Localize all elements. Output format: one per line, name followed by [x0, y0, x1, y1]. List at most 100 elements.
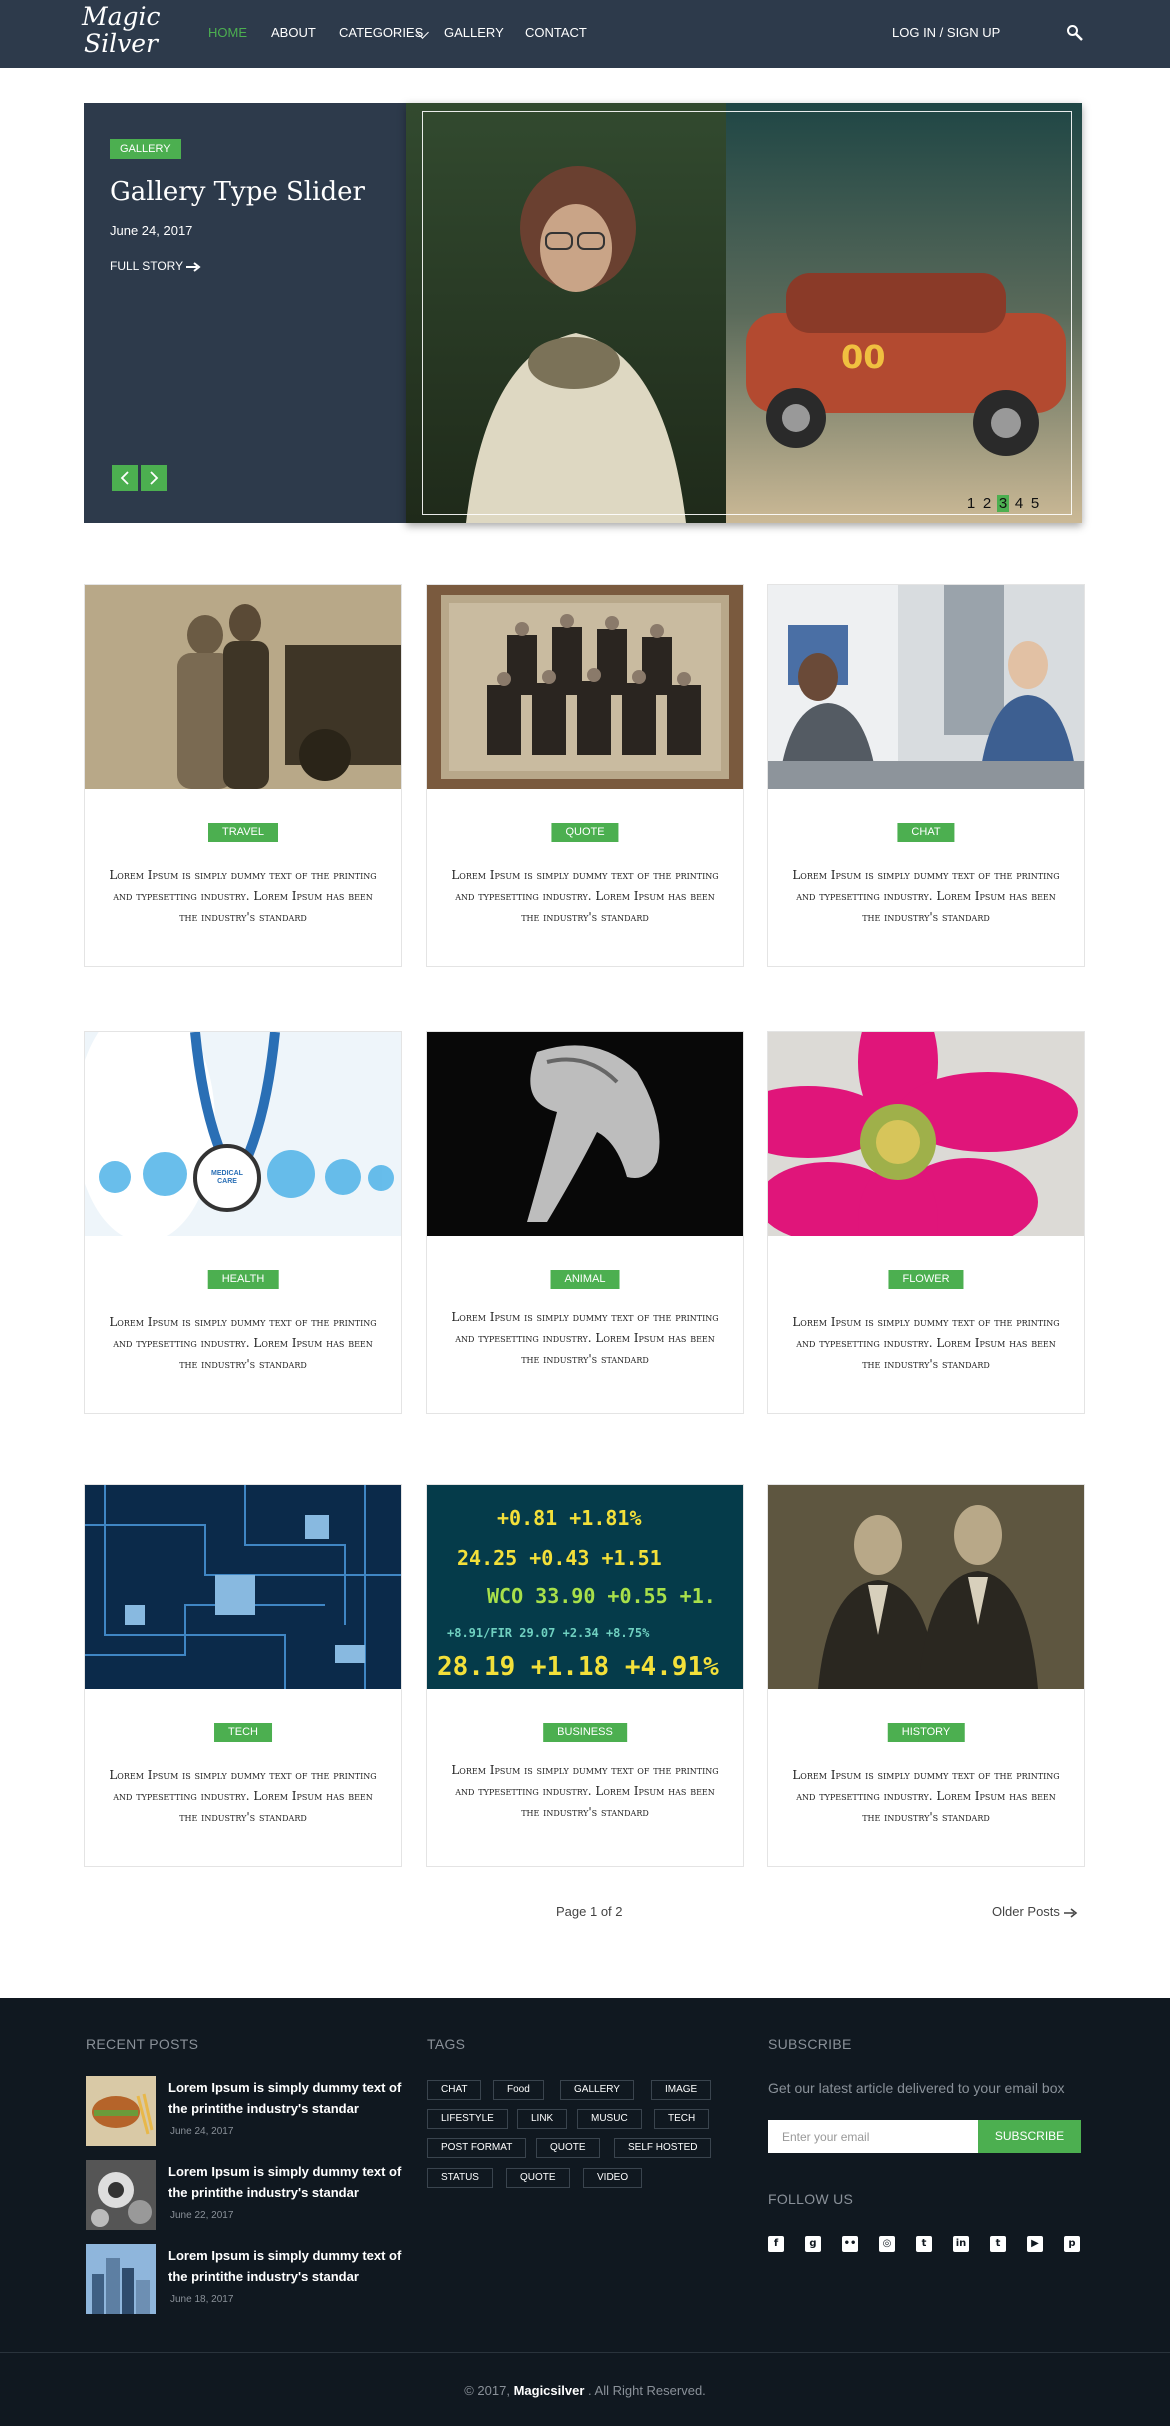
svg-text:24.25 +0.43 +1.51: 24.25 +0.43 +1.51	[457, 1546, 662, 1570]
linkedin-icon[interactable]: in	[953, 2236, 969, 2252]
tag-chat[interactable]: CHAT	[427, 2080, 482, 2100]
slider-dot-5[interactable]: 5	[1029, 495, 1041, 512]
tag-musuc[interactable]: MUSUC	[577, 2109, 642, 2129]
slider-dot-4[interactable]: 4	[1013, 495, 1025, 512]
tag-self-hosted[interactable]: SELF HOSTED	[614, 2138, 712, 2158]
recent-post-thumbnail[interactable]	[86, 2076, 156, 2146]
post-card-tech[interactable]: TECH Lorem Ipsum is simply dummy text of…	[84, 1484, 402, 1867]
post-category-badge[interactable]: HISTORY	[887, 1723, 965, 1742]
nav-home[interactable]: HOME	[208, 25, 247, 40]
facebook-icon[interactable]: f	[768, 2236, 784, 2252]
tumblr-icon[interactable]: t	[990, 2236, 1006, 2252]
tag-link[interactable]: LINK	[517, 2109, 568, 2129]
pinterest-icon[interactable]: p	[1064, 2236, 1080, 2252]
post-excerpt: Lorem Ipsum is simply dummy text of the …	[109, 868, 377, 924]
tag-tech[interactable]: TECH	[654, 2109, 710, 2129]
post-category-badge[interactable]: CHAT	[897, 823, 955, 842]
post-category-badge[interactable]: FLOWER	[888, 1270, 964, 1289]
post-thumbnail[interactable]	[768, 1032, 1084, 1236]
recent-post-title[interactable]: Lorem Ipsum is simply dummy text of the …	[168, 2077, 408, 2119]
slider-dot-3[interactable]: 3	[997, 495, 1009, 512]
post-category-badge[interactable]: TECH	[214, 1723, 272, 1742]
svg-text:WCO 33.90 +0.55 +1.: WCO 33.90 +0.55 +1.	[487, 1584, 716, 1608]
subscribe-button[interactable]: SUBSCRIBE	[978, 2120, 1081, 2153]
nav-about[interactable]: ABOUT	[271, 25, 316, 40]
login-signup-link[interactable]: LOG IN / SIGN UP	[892, 25, 1000, 40]
medical-care-label: MEDICAL CARE	[211, 1170, 243, 1185]
post-card-flower[interactable]: FLOWER Lorem Ipsum is simply dummy text …	[767, 1031, 1085, 1414]
slider-next-button[interactable]	[141, 465, 167, 491]
slider-dot-1[interactable]: 1	[965, 495, 977, 512]
post-thumbnail[interactable]	[427, 1032, 743, 1236]
post-category-badge[interactable]: HEALTH	[207, 1270, 279, 1289]
older-posts-link[interactable]: Older Posts	[992, 1904, 1078, 1919]
recent-post-date: June 18, 2017	[170, 2294, 234, 2305]
top-navbar: Magic Silver HOME ABOUT CATEGORIES GALLE…	[0, 0, 1170, 68]
full-story-link[interactable]: FULL STORY	[110, 259, 202, 273]
post-card-animal[interactable]: ANIMAL Lorem Ipsum is simply dummy text …	[426, 1031, 744, 1414]
post-thumbnail[interactable]: +0.81 +1.81% 24.25 +0.43 +1.51 WCO 33.90 +…	[427, 1485, 743, 1689]
nav-contact[interactable]: CONTACT	[525, 25, 587, 40]
arrow-right-icon	[186, 262, 201, 272]
instagram-icon[interactable]: ◎	[879, 2236, 895, 2252]
post-excerpt: Lorem Ipsum is simply dummy text of the …	[451, 868, 719, 924]
copyright-brand-link[interactable]: Magicsilver	[514, 2383, 585, 2398]
post-category-badge[interactable]: BUSINESS	[543, 1723, 627, 1742]
tag-lifestyle[interactable]: LIFESTYLE	[427, 2109, 508, 2129]
recent-post-date: June 22, 2017	[170, 2210, 234, 2221]
email-input[interactable]	[768, 2120, 978, 2153]
post-category-badge[interactable]: ANIMAL	[550, 1270, 620, 1289]
post-excerpt: Lorem Ipsum is simply dummy text of the …	[451, 1763, 719, 1819]
search-icon[interactable]	[1066, 24, 1084, 42]
slider-pagination: 12345	[965, 495, 1045, 512]
post-card-chat[interactable]: CHAT Lorem Ipsum is simply dummy text of…	[767, 584, 1085, 967]
post-thumbnail[interactable]	[85, 585, 401, 789]
tag-gallery[interactable]: GALLERY	[560, 2080, 634, 2100]
tag-status[interactable]: STATUS	[427, 2168, 493, 2188]
post-excerpt: Lorem Ipsum is simply dummy text of the …	[792, 868, 1060, 924]
tag-video[interactable]: VIDEO	[583, 2168, 643, 2188]
post-thumbnail[interactable]: MEDICAL CARE	[85, 1032, 401, 1236]
recent-post-title[interactable]: Lorem Ipsum is simply dummy text of the …	[168, 2245, 408, 2287]
post-excerpt: Lorem Ipsum is simply dummy text of the …	[109, 1768, 377, 1824]
tag-quote[interactable]: QUOTE	[536, 2138, 600, 2158]
svg-text:+0.81 +1.81%: +0.81 +1.81%	[497, 1506, 642, 1530]
post-card-health[interactable]: MEDICAL CARE HEALTH Lorem Ipsum is simpl…	[84, 1031, 402, 1414]
tag-food[interactable]: Food	[493, 2080, 544, 2100]
nav-categories[interactable]: CATEGORIES	[339, 25, 423, 40]
post-thumbnail[interactable]	[768, 1485, 1084, 1689]
post-card-travel[interactable]: TRAVEL Lorem Ipsum is simply dummy text …	[84, 584, 402, 967]
slider-dot-2[interactable]: 2	[981, 495, 993, 512]
post-thumbnail[interactable]	[427, 585, 743, 789]
post-thumbnail[interactable]	[85, 1485, 401, 1689]
twitter-icon[interactable]: t	[916, 2236, 932, 2252]
slider-prev-button[interactable]	[112, 465, 138, 491]
hero-title[interactable]: Gallery Type Slider	[110, 177, 365, 207]
tag-image[interactable]: IMAGE	[651, 2080, 712, 2100]
older-posts-label: Older Posts	[992, 1904, 1060, 1919]
footer-divider	[0, 2352, 1170, 2353]
svg-text:28.19 +1.18 +4.91%: 28.19 +1.18 +4.91%	[437, 1652, 719, 1682]
tag-quote-2[interactable]: QUOTE	[506, 2168, 570, 2188]
youtube-icon[interactable]: ▶	[1027, 2236, 1043, 2252]
flickr-icon[interactable]: ••	[842, 2236, 858, 2252]
recent-post-thumbnail[interactable]	[86, 2244, 156, 2314]
post-thumbnail[interactable]	[768, 585, 1084, 789]
site-logo[interactable]: Magic Silver	[80, 3, 168, 63]
nav-gallery[interactable]: GALLERY	[444, 25, 504, 40]
post-category-badge[interactable]: TRAVEL	[208, 823, 278, 842]
post-card-business[interactable]: +0.81 +1.81% 24.25 +0.43 +1.51 WCO 33.90 +…	[426, 1484, 744, 1867]
tag-post-format[interactable]: POST FORMAT	[427, 2138, 527, 2158]
recent-post-thumbnail[interactable]	[86, 2160, 156, 2230]
post-category-badge[interactable]: QUOTE	[551, 823, 619, 842]
hero-category-badge[interactable]: GALLERY	[110, 139, 181, 159]
subscribe-heading: SUBSCRIBE	[768, 2036, 852, 2052]
post-card-history[interactable]: HISTORY Lorem Ipsum is simply dummy text…	[767, 1484, 1085, 1867]
tags-heading: TAGS	[427, 2036, 466, 2052]
subscribe-description: Get our latest article delivered to your…	[768, 2080, 1065, 2096]
recent-post-title[interactable]: Lorem Ipsum is simply dummy text of the …	[168, 2161, 408, 2203]
hero-image-frame	[422, 111, 1072, 515]
google-plus-icon[interactable]: g	[805, 2236, 821, 2252]
hero-date: June 24, 2017	[110, 223, 193, 238]
post-card-quote[interactable]: QUOTE Lorem Ipsum is simply dummy text o…	[426, 584, 744, 967]
